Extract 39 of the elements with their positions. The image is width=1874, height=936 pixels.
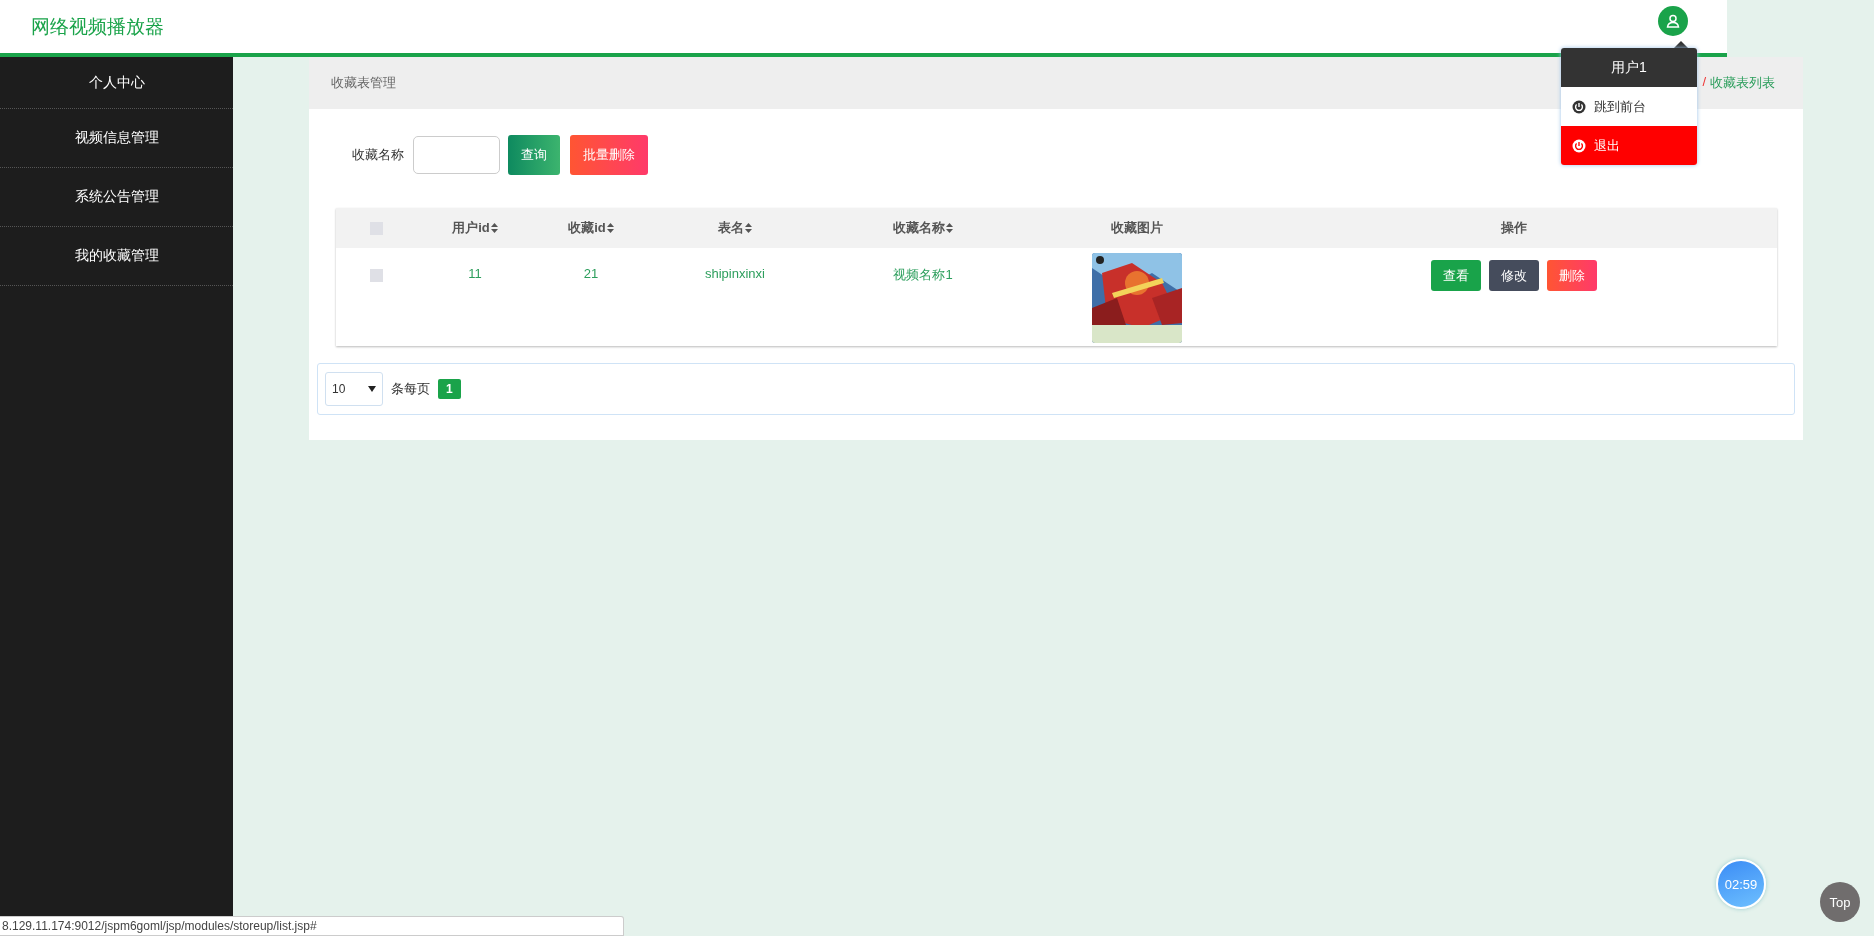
column-header[interactable]: 收藏名称 [822, 208, 1024, 248]
sidebar-item[interactable]: 视频信息管理 [0, 109, 233, 168]
column-header[interactable]: 表名 [648, 208, 822, 248]
column-header[interactable]: 收藏id [534, 208, 648, 248]
search-field[interactable] [413, 136, 500, 174]
edit-button[interactable]: 修改 [1488, 260, 1539, 291]
menu-item[interactable]: 跳到前台 [1561, 87, 1697, 126]
table-cell: 视频名称1 [893, 266, 953, 284]
sidebar-item[interactable]: 系统公告管理 [0, 168, 233, 227]
table-cell: 11 [468, 266, 482, 281]
sort-icon[interactable] [946, 223, 953, 233]
table-cell: shipinxinxi [705, 266, 765, 281]
status-bar-url: 8.129.11.174:9012/jspm6goml/jsp/modules/storeup/list.jsp# [0, 916, 624, 936]
caret-icon [368, 386, 376, 392]
back-to-top-button[interactable]: Top [1820, 882, 1860, 922]
timer-badge: 02:59 [1716, 859, 1766, 909]
sidebar-item[interactable]: 我的收藏管理 [0, 227, 233, 286]
sort-icon[interactable] [606, 223, 614, 233]
per-page-label: 条每页 [391, 380, 430, 398]
page-size-select[interactable]: 10 [325, 372, 383, 406]
breadcrumb-separator: / [1702, 74, 1706, 91]
power-icon [1572, 138, 1586, 153]
field-label: 收藏名称 [352, 146, 404, 164]
menu-item[interactable]: 退出 [1561, 126, 1697, 165]
table-cell: 21 [583, 266, 599, 281]
sort-icon[interactable] [745, 223, 752, 233]
column-header: 操作 [1250, 208, 1777, 248]
user-name: 用户1 [1611, 58, 1647, 77]
app-title: 网络视频播放器 [31, 14, 164, 39]
sort-icon[interactable] [490, 223, 498, 233]
column-header[interactable]: 用户id [416, 208, 534, 248]
batch-delete-button[interactable]: 批量删除 [570, 135, 648, 175]
page-title: 收藏表管理 [331, 74, 396, 92]
power-icon [1572, 99, 1586, 114]
row-checkbox[interactable] [369, 269, 383, 282]
delete-button[interactable]: 删除 [1546, 260, 1597, 291]
sidebar-item[interactable]: 个人中心 [0, 57, 233, 109]
column-header: 收藏图片 [1024, 208, 1250, 248]
search-button[interactable]: 查询 [508, 135, 560, 175]
